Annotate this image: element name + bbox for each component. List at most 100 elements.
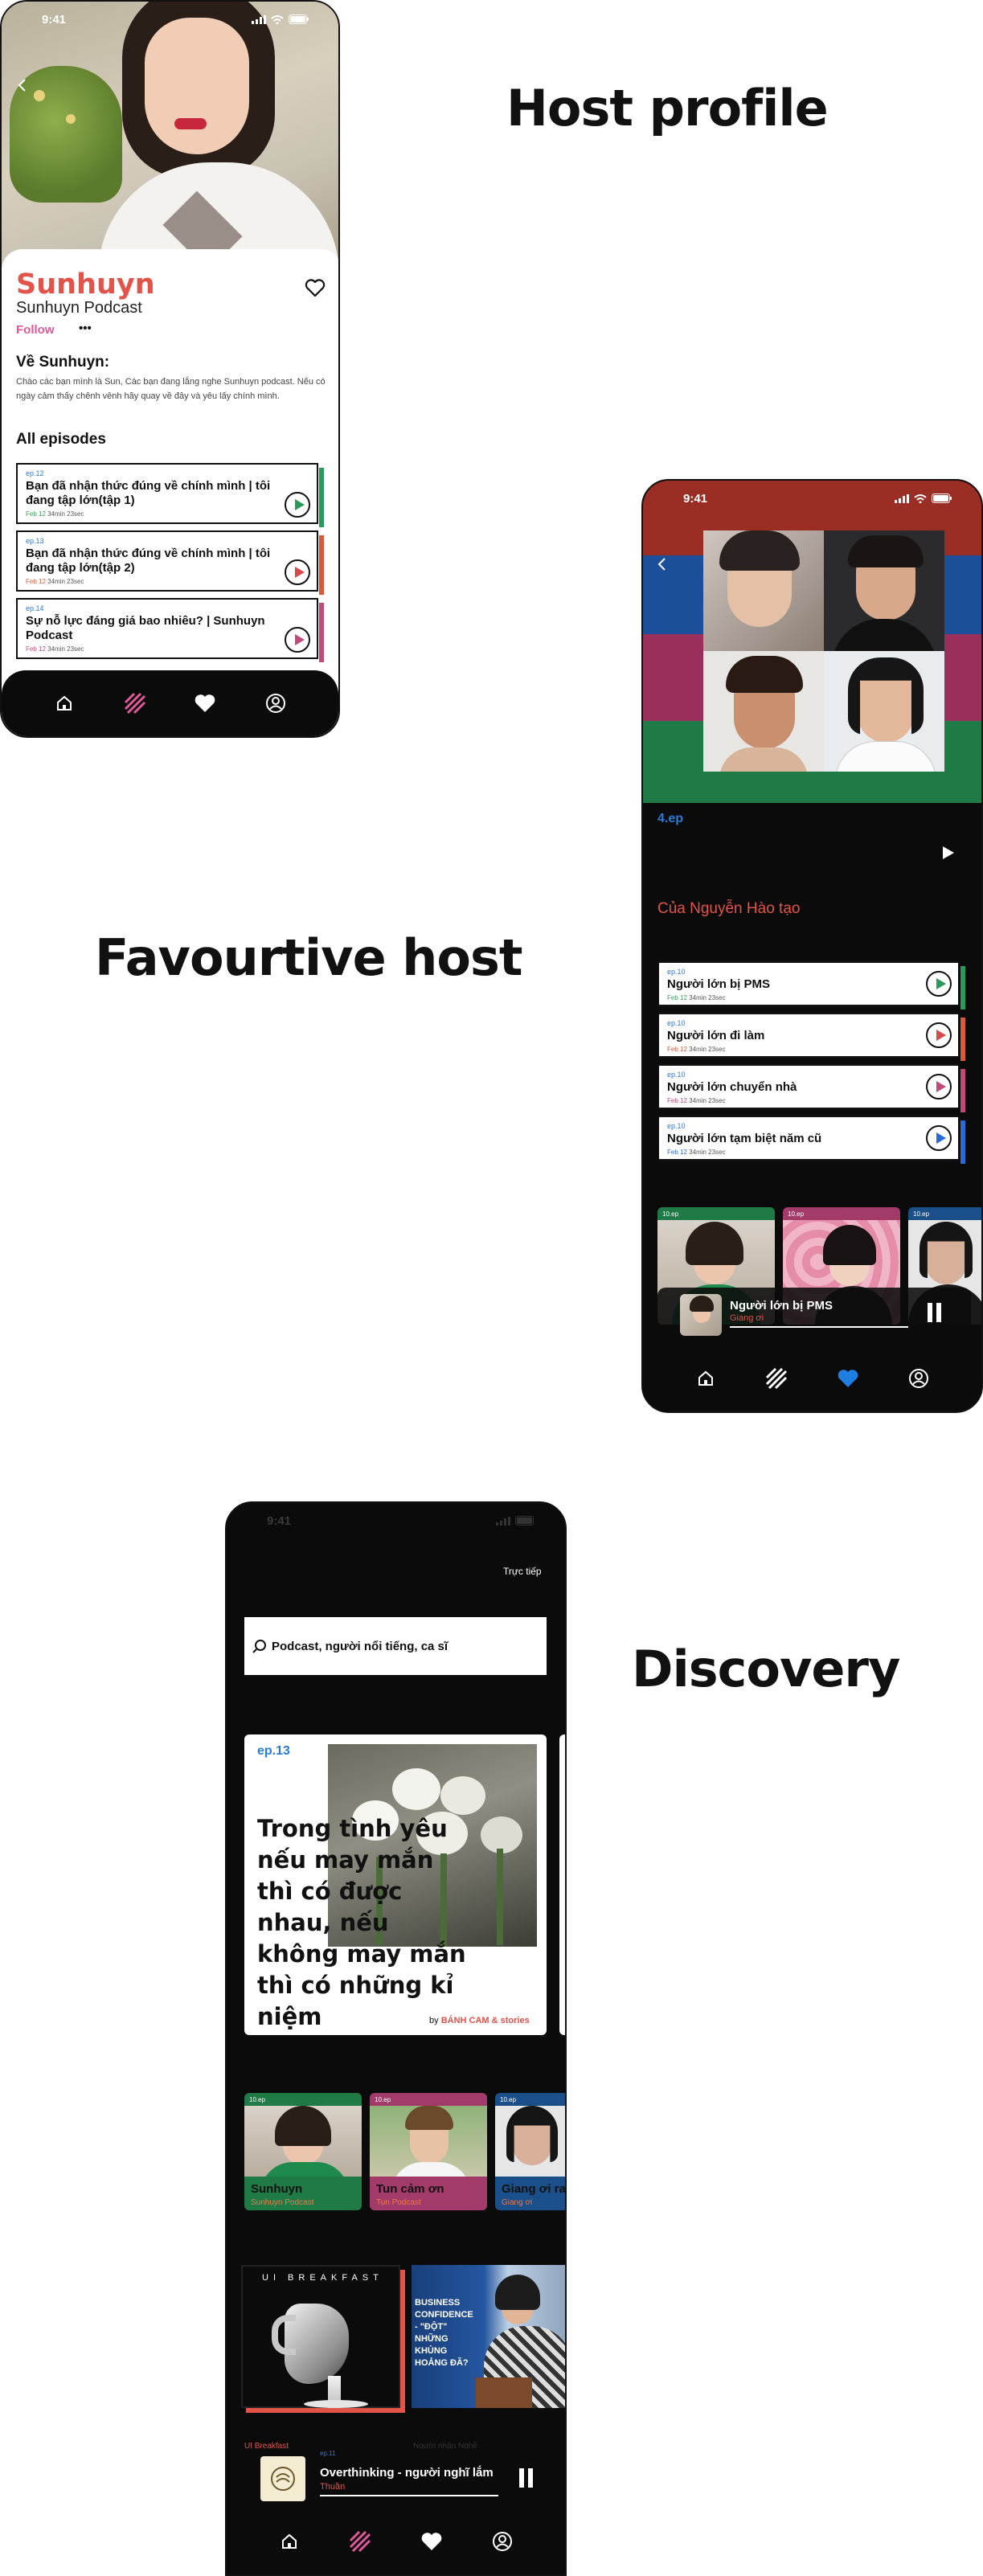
follow-button[interactable]: Follow xyxy=(16,323,55,337)
now-playing-ep: ep.11 xyxy=(320,2450,336,2457)
play-button[interactable] xyxy=(926,1022,952,1048)
heart-icon xyxy=(838,1370,858,1387)
heart-button[interactable] xyxy=(304,276,326,299)
now-playing-title: Người lớn bị PMS xyxy=(730,1299,834,1313)
user-icon xyxy=(266,694,286,713)
battery-icon xyxy=(932,493,952,503)
signal-icon xyxy=(252,14,266,24)
host-name: Sunhuyn xyxy=(16,268,155,301)
battery-icon xyxy=(515,1516,534,1526)
feature-card[interactable]: ep.13 Trong tình yêu nếu may mắn thì có … xyxy=(244,1734,547,2035)
episode-count: 4.ep xyxy=(657,812,684,825)
wifi-icon xyxy=(271,14,284,24)
now-playing-title: Overthinking - người nghĩ lắm xyxy=(320,2466,494,2480)
status-bar: 9:41 xyxy=(2,2,338,37)
tab-favourite[interactable] xyxy=(189,687,221,719)
more-button[interactable]: ••• xyxy=(79,321,92,335)
play-button[interactable] xyxy=(926,1125,952,1151)
feature-ep: ep.13 xyxy=(257,1744,290,1758)
now-playing-thumb xyxy=(260,2456,305,2501)
back-button[interactable] xyxy=(13,76,32,95)
tab-discover[interactable] xyxy=(344,2525,376,2558)
episode-card[interactable]: ep.10 Người lớn đi làm Feb 12 34min 23se… xyxy=(657,1013,965,1061)
show-card-business[interactable]: BUSINESS CONFIDENCE - "ĐỘT" NHỮNG KHỦNG … xyxy=(412,2265,565,2408)
feature-by: by xyxy=(429,2016,439,2025)
feature-card-next[interactable] xyxy=(559,1734,565,2035)
status-bar: 9:41 xyxy=(227,1503,565,1538)
tab-home[interactable] xyxy=(48,687,80,719)
tab-favourite[interactable] xyxy=(832,1362,864,1394)
creator-label: Của Nguyễn Hào tạo xyxy=(657,900,801,917)
brain-illustration-icon xyxy=(271,2467,295,2491)
play-icon xyxy=(943,846,954,859)
play-button[interactable] xyxy=(285,492,310,518)
episode-card[interactable]: ep.10 Người lớn chuyển nhà Feb 12 34min … xyxy=(657,1064,965,1112)
home-icon xyxy=(56,695,72,711)
host-collage xyxy=(703,530,944,772)
host-photo xyxy=(2,2,338,275)
host-card[interactable]: 10.ep Tun cảm ơn Tun Podcast xyxy=(370,2093,487,2210)
play-button[interactable] xyxy=(285,627,310,653)
host-card[interactable]: 10.ep Sunhuyn Sunhuyn Podcast xyxy=(244,2093,362,2210)
tab-favourite[interactable] xyxy=(416,2525,448,2558)
tab-bar xyxy=(643,1345,981,1411)
live-link[interactable]: Trực tiếp xyxy=(503,1566,542,1577)
status-time: 9:41 xyxy=(683,491,708,506)
home-icon xyxy=(698,1370,714,1386)
pause-button[interactable] xyxy=(514,2466,537,2490)
host-podcast-name: Sunhuyn Podcast xyxy=(16,299,142,317)
show-card-ui-breakfast[interactable]: UI BREAKFAST xyxy=(241,2265,400,2408)
discovery-screen: 9:41 Trực tiếp Podcast, người nổi tiếng,… xyxy=(225,1501,567,2576)
host-card-subtitle: Sunhuyn Podcast xyxy=(251,2198,314,2207)
feature-quote: Trong tình yêu nếu may mắn thì có được n… xyxy=(257,1815,466,2030)
play-button[interactable] xyxy=(285,559,310,585)
heart-icon xyxy=(421,2533,441,2550)
search-icon xyxy=(252,1640,266,1653)
tab-profile[interactable] xyxy=(486,2525,518,2558)
chevron-left-icon xyxy=(657,558,666,571)
now-playing-host: Giang ơi xyxy=(730,1313,764,1323)
episode-card[interactable]: ep.14 Sự nỗ lực đáng giá bao nhiêu? | Su… xyxy=(16,598,324,662)
play-button[interactable] xyxy=(926,1074,952,1100)
now-playing-bar[interactable]: Người lớn bị PMS Giang ơi xyxy=(657,1288,971,1341)
chevron-left-icon xyxy=(18,79,26,92)
search-bar[interactable]: Podcast, người nổi tiếng, ca sĩ xyxy=(244,1617,547,1675)
wifi-icon xyxy=(914,493,927,503)
back-button[interactable] xyxy=(653,555,672,574)
tab-home[interactable] xyxy=(690,1362,722,1394)
tab-bar xyxy=(2,670,338,736)
episode-card[interactable]: ep.10 Người lớn bị PMS Feb 12 34min 23se… xyxy=(657,961,965,1010)
host-card-name: Giang ơi rad xyxy=(502,2182,567,2196)
episode-card[interactable]: ep.12 Bạn đã nhận thức đúng về chính mìn… xyxy=(16,463,324,527)
now-playing-bar[interactable]: ep.11 Overthinking - người nghĩ lắm Thuầ… xyxy=(241,2448,555,2506)
stripes-icon xyxy=(766,1367,788,1390)
host-card-name: Sunhuyn xyxy=(251,2182,303,2196)
tab-bar xyxy=(227,2508,565,2574)
stripes-icon xyxy=(350,2530,371,2553)
episode-card[interactable]: ep.13 Bạn đã nhận thức đúng về chính mìn… xyxy=(16,530,324,595)
tab-home[interactable] xyxy=(273,2525,305,2558)
pause-button[interactable] xyxy=(923,1300,945,1325)
host-card-subtitle: Giang ơi xyxy=(502,2198,533,2207)
host-card[interactable]: 10.ep Giang ơi rad Giang ơi xyxy=(495,2093,567,2210)
heading-favourite-host: Favourtive host xyxy=(95,928,522,987)
feature-brand: BÁNH CAM & stories xyxy=(440,2016,530,2025)
host-photo-2 xyxy=(824,530,944,651)
heading-discovery: Discovery xyxy=(632,1640,900,1698)
pause-icon xyxy=(928,1303,941,1322)
host-photo-3 xyxy=(703,651,824,772)
play-all-button[interactable] xyxy=(939,844,956,862)
tab-profile[interactable] xyxy=(260,687,292,719)
tab-discover[interactable] xyxy=(760,1362,793,1394)
status-time: 9:41 xyxy=(42,12,67,27)
search-input[interactable]: Podcast, người nổi tiếng, ca sĩ xyxy=(272,1640,448,1653)
user-icon xyxy=(908,1369,928,1388)
pitcher-illustration xyxy=(272,2299,368,2408)
tab-profile[interactable] xyxy=(903,1362,935,1394)
status-time: 9:41 xyxy=(267,1513,292,1528)
play-button[interactable] xyxy=(926,971,952,997)
episode-card[interactable]: ep.10 Người lớn tạm biệt năm cũ Feb 12 3… xyxy=(657,1116,965,1164)
tab-discover[interactable] xyxy=(119,687,151,719)
signal-icon xyxy=(496,1516,510,1526)
pause-icon xyxy=(519,2468,533,2488)
